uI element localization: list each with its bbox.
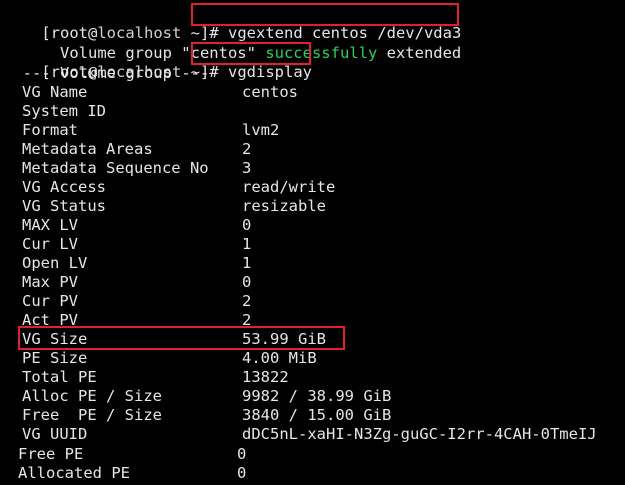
field-key: MAX LV <box>22 216 78 234</box>
prompt-line-1: [root@localhost ~]# vgextend centos /dev… <box>4 5 461 42</box>
field-value: 13822 <box>242 368 289 386</box>
field-value: read/write <box>242 178 336 196</box>
field-key: Alloc PE / Size <box>22 387 162 405</box>
vgextend-output: Volume group "centos" successfully exten… <box>4 25 461 62</box>
field-key: PE Size <box>22 349 88 367</box>
field-key: Cur PV <box>22 292 78 310</box>
field-value: 1 <box>242 235 252 253</box>
field-value: 0 <box>242 273 252 291</box>
fragment-allocated-pe-key: Allocated PE <box>18 464 130 482</box>
field-key: Cur LV <box>22 235 78 253</box>
field-value: lvm2 <box>242 121 280 139</box>
fragment-free-pe-value: 0 <box>237 445 247 463</box>
fragment-allocated-pe-value: 0 <box>237 464 247 482</box>
field-key: Act PV <box>22 311 78 329</box>
terminal-window[interactable]: [root@localhost ~]# vgextend centos /dev… <box>0 0 625 485</box>
prompt-line-2: [root@localhost ~]# vgdisplay <box>4 44 312 81</box>
field-value: resizable <box>242 197 326 215</box>
field-key: Open LV <box>22 254 88 272</box>
field-value: centos <box>242 83 298 101</box>
section-header: --- Volume group --- <box>4 64 210 82</box>
field-value: 2 <box>242 140 252 158</box>
field-value: 53.99 GiB <box>242 330 326 348</box>
field-key: VG Status <box>22 197 106 215</box>
fragment-free-pe-key: Free PE <box>18 445 84 463</box>
field-key: VG UUID <box>22 425 88 443</box>
field-value: 2 <box>242 311 252 329</box>
field-value: 4.00 MiB <box>242 349 317 367</box>
field-value: dDC5nL-xaHI-N3Zg-guGC-I2rr-4CAH-0TmeIJ <box>242 425 597 443</box>
field-value: 1 <box>242 254 252 272</box>
field-key: Total PE <box>22 368 97 386</box>
field-key: Metadata Areas <box>22 140 153 158</box>
field-key: VG Name <box>22 83 88 101</box>
field-value: 0 <box>242 216 252 234</box>
field-key: Max PV <box>22 273 78 291</box>
field-value: 3 <box>242 159 252 177</box>
field-value: 2 <box>242 292 252 310</box>
command-vgdisplay[interactable]: vgdisplay <box>228 63 312 81</box>
field-value: 3840 / 15.00 GiB <box>242 406 392 424</box>
field-key: Metadata Sequence No <box>22 159 209 177</box>
field-key: Free PE / Size <box>22 406 162 424</box>
field-key: Format <box>22 121 78 139</box>
output-text-after: extended <box>377 44 462 62</box>
field-key: System ID <box>22 102 106 120</box>
field-key: VG Access <box>22 178 106 196</box>
field-value: 9982 / 38.99 GiB <box>242 387 392 405</box>
field-key: VG Size <box>22 330 88 348</box>
